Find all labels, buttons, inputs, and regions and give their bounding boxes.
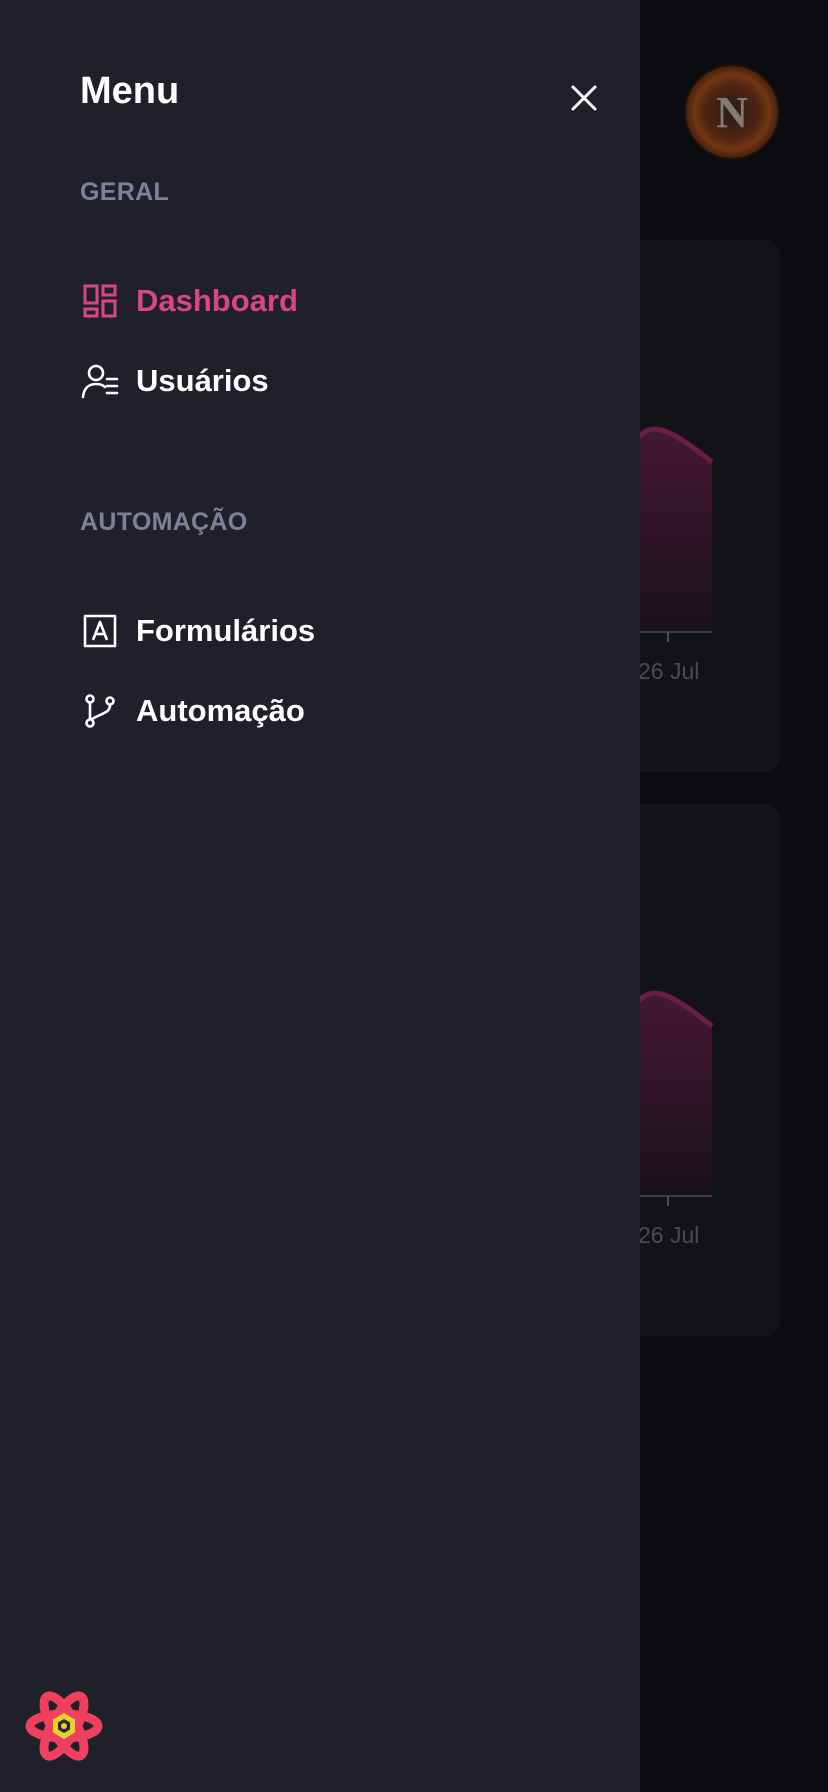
react-logo-icon bbox=[24, 1690, 104, 1762]
drawer-title: Menu bbox=[80, 70, 180, 112]
avatar[interactable]: N bbox=[684, 64, 780, 160]
screen: N 26 Jul 26 Jul Menu GERAL Dashboard Usu… bbox=[0, 0, 828, 1792]
nav-item-label: Formulários bbox=[136, 613, 316, 648]
section-label-geral: GERAL bbox=[80, 178, 169, 206]
chart-tick-label: 26 Jul bbox=[638, 658, 700, 684]
close-icon bbox=[571, 85, 597, 111]
nav-item-automacao[interactable]: Automação bbox=[80, 686, 305, 736]
nav-item-formularios[interactable]: Formulários bbox=[80, 606, 315, 656]
nav-item-label: Usuários bbox=[136, 363, 269, 398]
form-icon bbox=[80, 611, 120, 651]
users-list-icon bbox=[80, 361, 120, 401]
nav-item-dashboard[interactable]: Dashboard bbox=[80, 276, 298, 326]
close-button[interactable] bbox=[562, 76, 606, 120]
nav-item-usuarios[interactable]: Usuários bbox=[80, 356, 269, 406]
nav-item-label: Automação bbox=[136, 693, 305, 728]
avatar-initial: N bbox=[716, 87, 748, 137]
navigation-drawer: Menu GERAL Dashboard Usuários AUTOMAÇÃO … bbox=[0, 0, 640, 1792]
git-branch-icon bbox=[80, 691, 120, 731]
dashboard-icon bbox=[80, 281, 120, 321]
nav-item-label: Dashboard bbox=[136, 283, 298, 318]
chart-tick-label: 26 Jul bbox=[638, 1222, 700, 1248]
section-label-automacao: AUTOMAÇÃO bbox=[80, 508, 248, 536]
